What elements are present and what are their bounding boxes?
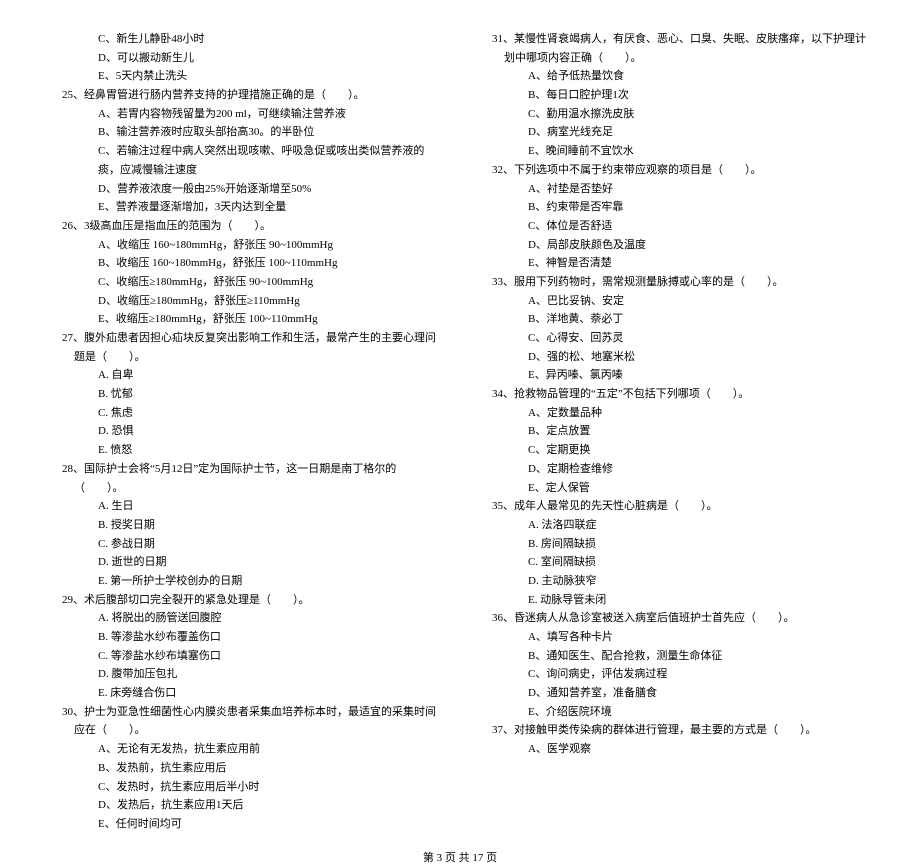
q30-option-c: C、发热时，抗生素应用后半小时 bbox=[50, 778, 440, 797]
q27-option-e: E. 愤怒 bbox=[50, 441, 440, 460]
q29-option-b: B. 等渗盐水纱布覆盖伤口 bbox=[50, 628, 440, 647]
q25-option-d: D、营养液浓度一般由25%开始逐渐增至50% bbox=[50, 180, 440, 199]
q31-option-b: B、每日口腔护理1次 bbox=[480, 86, 870, 105]
page-footer: 第 3 页 共 17 页 bbox=[50, 849, 870, 867]
q25-option-e: E、营养液量逐渐增加，3天内达到全量 bbox=[50, 198, 440, 217]
question-36: 36、昏迷病人从急诊室被送入病室后值班护士首先应（ ）。 bbox=[492, 609, 870, 628]
q34-option-d: D、定期检查维修 bbox=[480, 460, 870, 479]
q27-option-d: D. 恐惧 bbox=[50, 422, 440, 441]
right-column: 31、某慢性肾衰竭病人，有厌食、恶心、口臭、失眠、皮肤瘙痒，以下护理计划中哪项内… bbox=[480, 30, 870, 834]
q35-option-e: E. 动脉导管未闭 bbox=[480, 591, 870, 610]
question-33: 33、服用下列药物时，需常规测量脉搏或心率的是（ ）。 bbox=[492, 273, 870, 292]
question-35: 35、成年人最常见的先天性心脏病是（ ）。 bbox=[492, 497, 870, 516]
q35-option-b: B. 房间隔缺损 bbox=[480, 535, 870, 554]
question-30: 30、护士为亚急性细菌性心内膜炎患者采集血培养标本时，最适宜的采集时间应在（ ）… bbox=[62, 703, 440, 740]
q32-option-b: B、约束带是否牢靠 bbox=[480, 198, 870, 217]
q28-option-a: A. 生日 bbox=[50, 497, 440, 516]
q31-option-e: E、晚间睡前不宜饮水 bbox=[480, 142, 870, 161]
q36-option-d: D、通知营养室，准备膳食 bbox=[480, 684, 870, 703]
q25-option-a: A、若胃内容物残留量为200 ml，可继续输注营养液 bbox=[50, 105, 440, 124]
q30-option-a: A、无论有无发热，抗生素应用前 bbox=[50, 740, 440, 759]
q28-option-d: D. 逝世的日期 bbox=[50, 553, 440, 572]
question-28: 28、国际护士会将“5月12日”定为国际护士节，这一日期是南丁格尔的（ ）。 bbox=[62, 460, 440, 497]
q35-option-a: A. 法洛四联症 bbox=[480, 516, 870, 535]
q25-option-c: C、若输注过程中病人突然出现咳嗽、呼吸急促或咳出类似营养液的痰，应减慢输注速度 bbox=[50, 142, 440, 179]
question-32: 32、下列选项中不属于约束带应观察的项目是（ ）。 bbox=[492, 161, 870, 180]
q27-option-a: A. 自卑 bbox=[50, 366, 440, 385]
q30-option-e: E、任何时间均可 bbox=[50, 815, 440, 834]
q33-option-b: B、洋地黄、萘必丁 bbox=[480, 310, 870, 329]
question-34: 34、抢救物品管理的“五定”不包括下列哪项（ ）。 bbox=[492, 385, 870, 404]
q29-option-c: C. 等渗盐水纱布填塞伤口 bbox=[50, 647, 440, 666]
q34-option-b: B、定点放置 bbox=[480, 422, 870, 441]
option-c: C、新生儿静卧48小时 bbox=[50, 30, 440, 49]
question-29: 29、术后腹部切口完全裂开的紧急处理是（ ）。 bbox=[62, 591, 440, 610]
q33-option-e: E、异丙嗪、氯丙嗪 bbox=[480, 366, 870, 385]
q34-option-e: E、定人保管 bbox=[480, 479, 870, 498]
q29-option-e: E. 床旁缝合伤口 bbox=[50, 684, 440, 703]
q32-option-d: D、局部皮肤颜色及温度 bbox=[480, 236, 870, 255]
question-26: 26、3级高血压是指血压的范围为（ ）。 bbox=[62, 217, 440, 236]
q26-option-d: D、收缩压≥180mmHg，舒张压≥110mmHg bbox=[50, 292, 440, 311]
q28-option-b: B. 授奖日期 bbox=[50, 516, 440, 535]
question-37: 37、对接触甲类传染病的群体进行管理，最主要的方式是（ ）。 bbox=[492, 721, 870, 740]
q36-option-e: E、介绍医院环境 bbox=[480, 703, 870, 722]
q26-option-b: B、收缩压 160~180mmHg，舒张压 100~110mmHg bbox=[50, 254, 440, 273]
q26-option-e: E、收缩压≥180mmHg，舒张压 100~110mmHg bbox=[50, 310, 440, 329]
q33-option-d: D、强的松、地塞米松 bbox=[480, 348, 870, 367]
q30-option-b: B、发热前，抗生素应用后 bbox=[50, 759, 440, 778]
q26-option-a: A、收缩压 160~180mmHg，舒张压 90~100mmHg bbox=[50, 236, 440, 255]
q35-option-c: C. 室间隔缺损 bbox=[480, 553, 870, 572]
q34-option-c: C、定期更换 bbox=[480, 441, 870, 460]
q27-option-b: B. 忧郁 bbox=[50, 385, 440, 404]
q32-option-a: A、衬垫是否垫好 bbox=[480, 180, 870, 199]
question-31: 31、某慢性肾衰竭病人，有厌食、恶心、口臭、失眠、皮肤瘙痒，以下护理计划中哪项内… bbox=[492, 30, 870, 67]
q28-option-e: E. 第一所护士学校创办的日期 bbox=[50, 572, 440, 591]
q29-option-a: A. 将脱出的肠管送回腹腔 bbox=[50, 609, 440, 628]
question-25: 25、经鼻胃管进行肠内营养支持的护理措施正确的是（ ）。 bbox=[62, 86, 440, 105]
q33-option-a: A、巴比妥钠、安定 bbox=[480, 292, 870, 311]
option-e: E、5天内禁止洗头 bbox=[50, 67, 440, 86]
left-column: C、新生儿静卧48小时 D、可以搬动新生儿 E、5天内禁止洗头 25、经鼻胃管进… bbox=[50, 30, 440, 834]
q36-option-a: A、填写各种卡片 bbox=[480, 628, 870, 647]
q30-option-d: D、发热后，抗生素应用1天后 bbox=[50, 796, 440, 815]
q27-option-c: C. 焦虑 bbox=[50, 404, 440, 423]
q31-option-d: D、病室光线充足 bbox=[480, 123, 870, 142]
q34-option-a: A、定数量品种 bbox=[480, 404, 870, 423]
q25-option-b: B、输注营养液时应取头部抬高30。的半卧位 bbox=[50, 123, 440, 142]
q37-option-a: A、医学观察 bbox=[480, 740, 870, 759]
option-d: D、可以搬动新生儿 bbox=[50, 49, 440, 68]
q26-option-c: C、收缩压≥180mmHg，舒张压 90~100mmHg bbox=[50, 273, 440, 292]
q29-option-d: D. 腹带加压包扎 bbox=[50, 665, 440, 684]
q35-option-d: D. 主动脉狭窄 bbox=[480, 572, 870, 591]
question-27: 27、腹外疝患者因担心疝块反复突出影响工作和生活，最常产生的主要心理问题是（ ）… bbox=[62, 329, 440, 366]
q31-option-a: A、给予低热量饮食 bbox=[480, 67, 870, 86]
q32-option-c: C、体位是否舒适 bbox=[480, 217, 870, 236]
q36-option-b: B、通知医生、配合抢救，测量生命体征 bbox=[480, 647, 870, 666]
q36-option-c: C、询问病史，评估发病过程 bbox=[480, 665, 870, 684]
q33-option-c: C、心得安、回苏灵 bbox=[480, 329, 870, 348]
q28-option-c: C. 参战日期 bbox=[50, 535, 440, 554]
q32-option-e: E、神智是否清楚 bbox=[480, 254, 870, 273]
q31-option-c: C、勤用温水擦洗皮肤 bbox=[480, 105, 870, 124]
